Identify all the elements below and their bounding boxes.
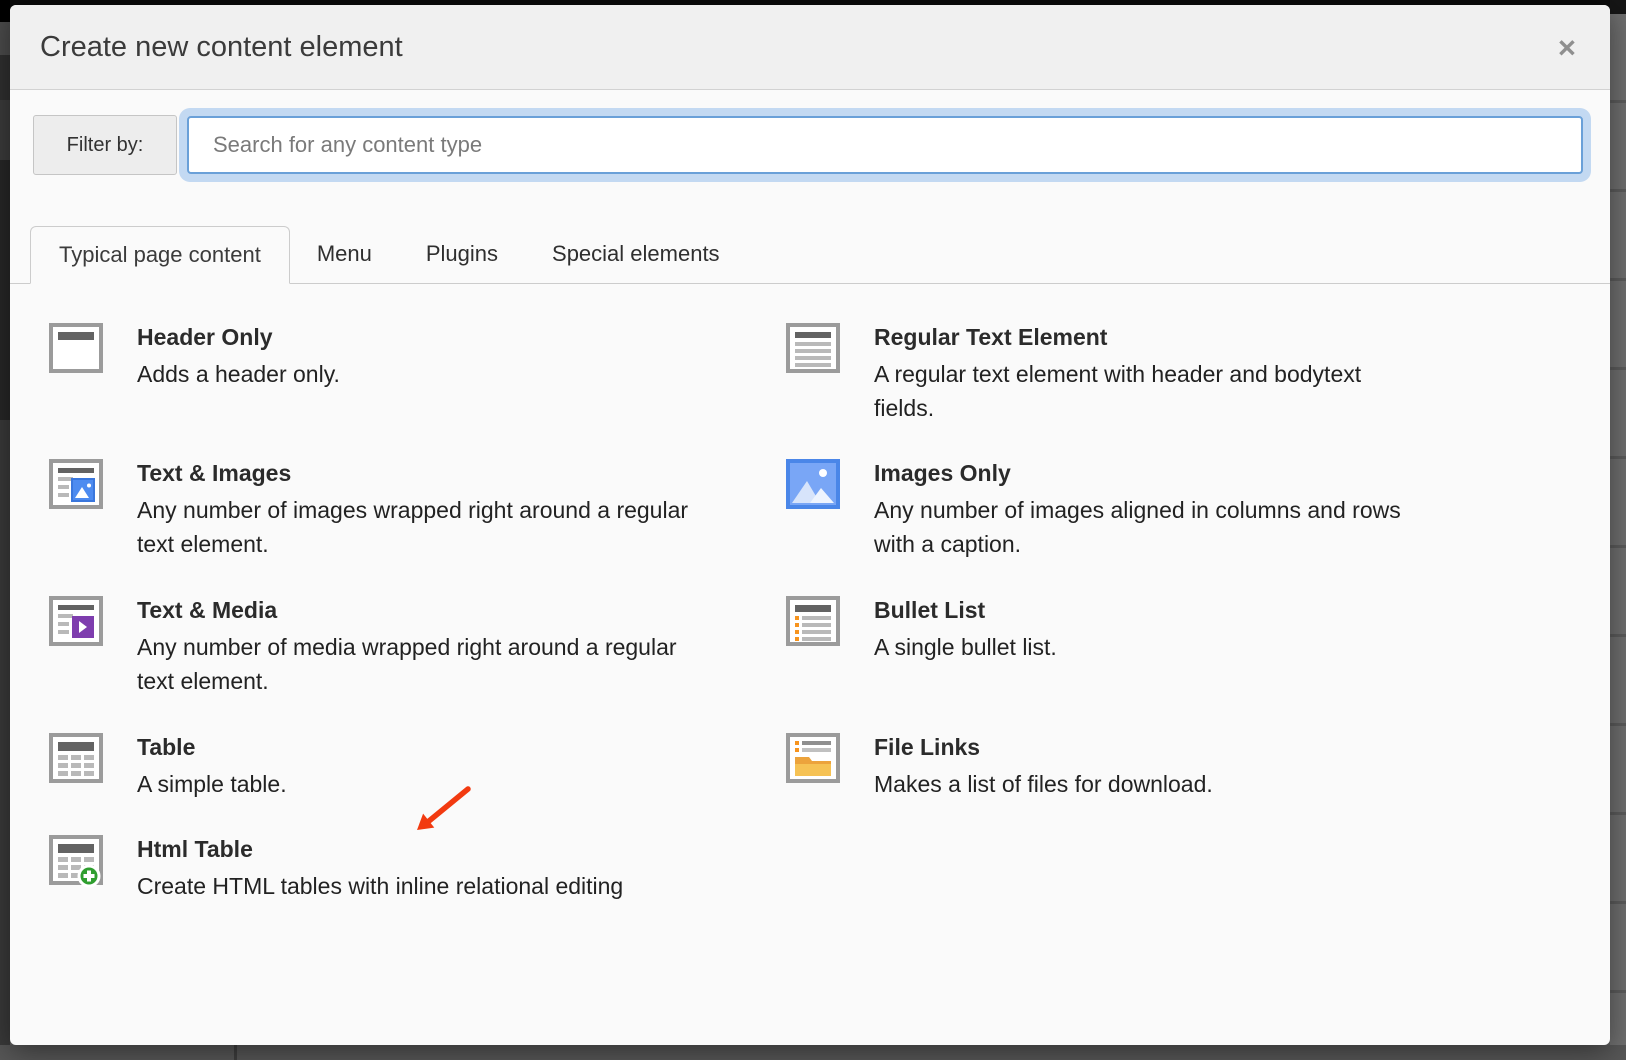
tab-plugins[interactable]: Plugins	[399, 225, 525, 283]
content-element-description: Create HTML tables with inline relationa…	[137, 873, 624, 899]
new-content-element-modal: Create new content element × Filter by: …	[10, 5, 1610, 1045]
backdrop-divider-line	[234, 1045, 237, 1060]
content-element-title: Text & Images	[137, 460, 292, 486]
bullet-list-icon	[786, 596, 840, 646]
filter-row: Filter by:	[33, 106, 1610, 184]
content-element-item[interactable]: Header Only Adds a header only.	[49, 323, 786, 459]
table-icon	[49, 733, 103, 783]
content-element-text: Text & Images Any number of images wrappe…	[137, 459, 688, 561]
content-element-text: Text & Media Any number of media wrapped …	[137, 596, 677, 698]
backdrop-left-strip	[0, 0, 10, 1060]
content-element-item[interactable]: File Links Makes a list of files for down…	[786, 733, 1610, 835]
tab-menu[interactable]: Menu	[290, 225, 399, 283]
images-only-icon	[786, 459, 840, 509]
content-element-item[interactable]: Text & Media Any number of media wrapped …	[49, 596, 786, 733]
text-images-icon	[49, 459, 103, 509]
content-element-description: Adds a header only.	[137, 361, 340, 387]
content-element-title: Bullet List	[874, 597, 986, 623]
modal-title: Create new content element	[40, 30, 403, 63]
content-element-description: Any number of media wrapped right around…	[137, 634, 677, 694]
content-element-item[interactable]: Images Only Any number of images aligned …	[786, 459, 1610, 596]
tab-bar: Typical page content Menu Plugins Special e…	[10, 225, 1610, 284]
content-element-text: Html Table Create HTML tables with inline…	[137, 835, 623, 903]
content-element-title: Text & Media	[137, 597, 278, 623]
search-input[interactable]	[187, 116, 1583, 174]
content-element-item[interactable]: Bullet List A single bullet list.	[786, 596, 1610, 733]
content-element-text: Regular Text Element A regular text eleme…	[874, 323, 1361, 425]
content-element-title: Images Only	[874, 460, 1011, 486]
content-element-description: Makes a list of files for download.	[874, 771, 1213, 797]
content-element-title: Html Table	[137, 836, 253, 862]
backdrop-right-strip	[1610, 0, 1626, 1060]
html-table-icon	[49, 835, 103, 888]
content-element-description: Any number of images aligned in columns …	[874, 497, 1401, 557]
file-links-icon	[786, 733, 840, 783]
content-element-text: Header Only Adds a header only.	[137, 323, 340, 391]
content-element-grid: Header Only Adds a header only. Text & Ima…	[10, 284, 1610, 903]
header-only-icon	[49, 323, 103, 373]
content-element-description: A regular text element with header and b…	[874, 361, 1362, 421]
tab-typical-page-content[interactable]: Typical page content	[30, 226, 290, 284]
regular-text-icon	[786, 323, 840, 373]
content-element-description: A single bullet list.	[874, 634, 1057, 660]
close-icon[interactable]: ×	[1558, 32, 1576, 63]
modal-header: Create new content element ×	[10, 5, 1610, 90]
text-media-icon	[49, 596, 103, 646]
content-element-item[interactable]: Regular Text Element A regular text eleme…	[786, 323, 1610, 459]
content-element-title: File Links	[874, 734, 981, 760]
content-element-item[interactable]: Table A simple table.	[49, 733, 786, 835]
content-element-description: Any number of images wrapped right aroun…	[137, 497, 689, 557]
content-element-description: A simple table.	[137, 771, 287, 797]
content-element-text: Table A simple table.	[137, 733, 287, 801]
content-element-text: Bullet List A single bullet list.	[874, 596, 1057, 664]
content-element-title: Header Only	[137, 324, 273, 350]
content-element-text: File Links Makes a list of files for down…	[874, 733, 1213, 801]
content-element-item[interactable]: Html Table Create HTML tables with inline…	[49, 835, 786, 903]
content-element-item[interactable]: Text & Images Any number of images wrappe…	[49, 459, 786, 596]
content-element-text: Images Only Any number of images aligned …	[874, 459, 1401, 561]
filter-label: Filter by:	[33, 115, 177, 175]
content-element-title: Regular Text Element	[874, 324, 1108, 350]
backdrop-bottom-strip	[0, 1045, 1626, 1060]
content-element-title: Table	[137, 734, 196, 760]
tab-special-elements[interactable]: Special elements	[525, 225, 747, 283]
